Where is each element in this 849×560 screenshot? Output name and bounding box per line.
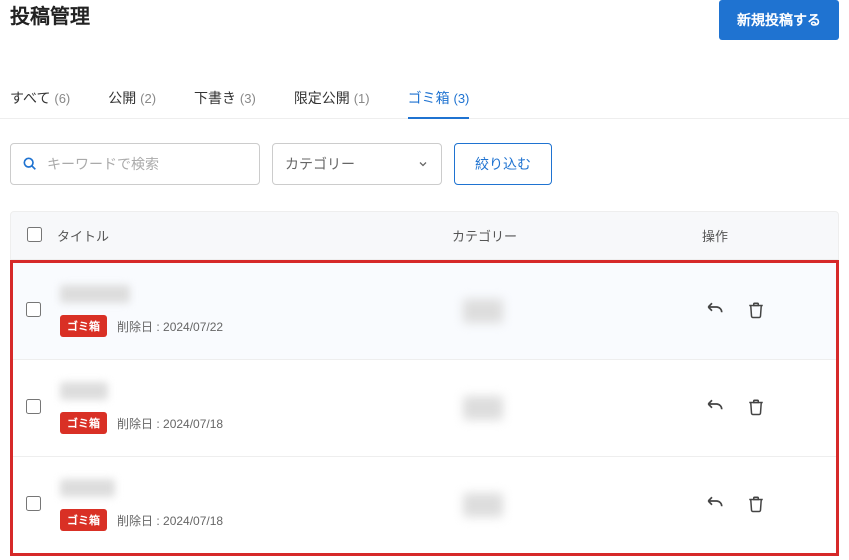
trash-icon	[747, 398, 765, 416]
restore-button[interactable]	[703, 396, 727, 421]
deleted-date: 削除日 : 2024/07/18	[117, 512, 223, 529]
select-all-checkbox[interactable]	[27, 227, 42, 242]
delete-button[interactable]	[745, 299, 767, 324]
table-row: ゴミ箱 削除日 : 2024/07/18	[13, 457, 836, 553]
post-title-redacted	[60, 479, 115, 497]
tabs: すべて (6) 公開 (2) 下書き (3) 限定公開 (1) ゴミ箱 (3)	[0, 78, 849, 119]
deleted-date: 削除日 : 2024/07/18	[117, 415, 223, 432]
highlighted-rows: ゴミ箱 削除日 : 2024/07/22 ゴミ箱 削除日 : 2	[10, 260, 839, 556]
search-icon	[22, 156, 38, 172]
tab-public[interactable]: 公開 (2)	[108, 78, 156, 118]
tab-limited[interactable]: 限定公開 (1)	[294, 78, 370, 118]
category-redacted	[463, 299, 503, 323]
tab-count: (6)	[54, 91, 70, 106]
restore-button[interactable]	[703, 299, 727, 324]
search-input[interactable]	[10, 143, 260, 185]
page-title: 投稿管理	[10, 0, 90, 29]
category-select[interactable]: カテゴリー	[272, 143, 442, 185]
tab-count: (2)	[140, 91, 156, 106]
undo-icon	[705, 495, 725, 513]
header-category: カテゴリー	[452, 226, 702, 245]
category-redacted	[463, 493, 503, 517]
row-checkbox[interactable]	[26, 302, 41, 317]
post-title-redacted	[60, 285, 130, 303]
trash-icon	[747, 301, 765, 319]
trash-badge: ゴミ箱	[60, 509, 107, 531]
tab-count: (3)	[240, 91, 256, 106]
trash-badge: ゴミ箱	[60, 412, 107, 434]
tab-count: (3)	[453, 91, 469, 106]
table-row: ゴミ箱 削除日 : 2024/07/18	[13, 360, 836, 457]
post-title-redacted	[60, 382, 108, 400]
undo-icon	[705, 301, 725, 319]
category-redacted	[463, 396, 503, 420]
tab-label: 公開	[108, 90, 136, 106]
row-checkbox[interactable]	[26, 399, 41, 414]
filter-bar: カテゴリー 絞り込む	[0, 119, 849, 211]
category-select-label: カテゴリー	[285, 154, 355, 174]
header-title: タイトル	[57, 226, 452, 245]
tab-label: 下書き	[194, 90, 236, 106]
tab-all[interactable]: すべて (6)	[10, 78, 70, 118]
tab-label: すべて	[10, 90, 50, 106]
tab-label: ゴミ箱	[408, 90, 450, 106]
tab-label: 限定公開	[294, 90, 350, 106]
chevron-down-icon	[417, 158, 429, 170]
trash-icon	[747, 495, 765, 513]
delete-button[interactable]	[745, 493, 767, 518]
deleted-date: 削除日 : 2024/07/22	[117, 318, 223, 335]
header-actions: 操作	[702, 226, 822, 245]
row-checkbox[interactable]	[26, 496, 41, 511]
new-post-button[interactable]: 新規投稿する	[719, 0, 839, 40]
trash-badge: ゴミ箱	[60, 315, 107, 337]
undo-icon	[705, 398, 725, 416]
tab-count: (1)	[354, 91, 370, 106]
table-row: ゴミ箱 削除日 : 2024/07/22	[13, 263, 836, 360]
delete-button[interactable]	[745, 396, 767, 421]
tab-draft[interactable]: 下書き (3)	[194, 78, 256, 118]
restore-button[interactable]	[703, 493, 727, 518]
table-header: タイトル カテゴリー 操作	[10, 211, 839, 260]
filter-button[interactable]: 絞り込む	[454, 143, 552, 185]
tab-trash[interactable]: ゴミ箱 (3)	[408, 78, 470, 118]
